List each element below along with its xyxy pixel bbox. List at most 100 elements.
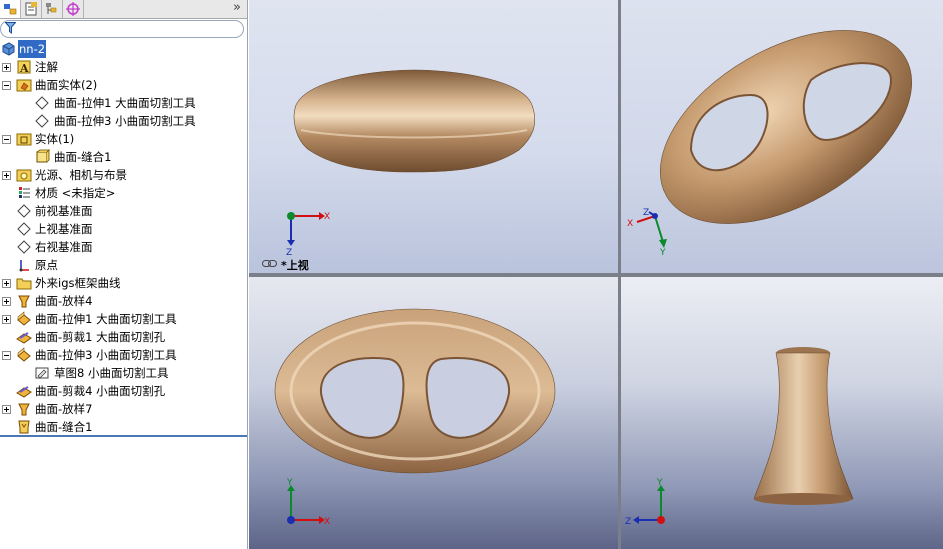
tree-item-label: 曲面实体(2) bbox=[35, 78, 98, 92]
tree-item[interactable]: 材质 <未指定> bbox=[0, 184, 247, 202]
tree-item[interactable]: 曲面-拉伸1 大曲面切割工具 bbox=[0, 310, 247, 328]
viewport-front[interactable]: X Y bbox=[249, 277, 618, 549]
tree-item-label: 曲面-拉伸1 大曲面切割工具 bbox=[54, 96, 196, 110]
plane-icon bbox=[17, 204, 31, 218]
solid-body-icon bbox=[36, 149, 50, 163]
display-manager-icon bbox=[66, 2, 80, 16]
expand-icon[interactable] bbox=[2, 63, 11, 72]
viewport-right[interactable]: Z Y bbox=[621, 277, 943, 549]
surface-trim-icon bbox=[16, 332, 32, 344]
collapse-icon[interactable] bbox=[2, 135, 11, 144]
axis-x-label: X bbox=[324, 212, 330, 222]
collapse-icon[interactable] bbox=[2, 351, 11, 360]
material-icon bbox=[19, 187, 30, 198]
surface-knit-icon bbox=[18, 420, 30, 434]
more-tabs-button[interactable]: » bbox=[233, 0, 241, 16]
surface-loft-icon bbox=[18, 403, 30, 416]
tree-item[interactable]: 草图8 小曲面切割工具 bbox=[0, 364, 247, 382]
expand-icon[interactable] bbox=[2, 297, 11, 306]
tree-item[interactable]: 曲面-拉伸3 小曲面切割工具 bbox=[0, 346, 247, 364]
tree-item-label: 曲面-拉伸1 大曲面切割工具 bbox=[35, 312, 177, 326]
axis-y-label: Y bbox=[286, 478, 293, 488]
tree-item[interactable]: 光源、相机与布景 bbox=[0, 166, 247, 184]
plane-icon bbox=[17, 240, 31, 254]
tree-item[interactable]: 曲面实体(2) bbox=[0, 76, 247, 94]
tree-item-label: 曲面-放样4 bbox=[35, 294, 93, 308]
filter-bar bbox=[0, 19, 247, 39]
configuration-manager-icon bbox=[46, 3, 57, 14]
tree-root[interactable]: nn-2 bbox=[0, 40, 247, 58]
axis-z-label: Z bbox=[286, 248, 292, 256]
tree-item-label: 外来igs框架曲线 bbox=[35, 276, 121, 290]
tree-root-label: nn-2 bbox=[18, 40, 47, 58]
plane-icon bbox=[17, 222, 31, 236]
annotation-icon: A bbox=[17, 60, 31, 75]
viewport-top[interactable]: X Z *上视 bbox=[249, 0, 618, 273]
tree-item-label: 注解 bbox=[35, 60, 58, 74]
surface-body-icon bbox=[35, 96, 49, 110]
tree-item-label: 上视基准面 bbox=[35, 222, 93, 236]
tree-item-label: 曲面-剪裁1 大曲面切割孔 bbox=[35, 330, 166, 344]
tree-item[interactable]: 原点 bbox=[0, 256, 247, 274]
expand-icon[interactable] bbox=[2, 171, 11, 180]
tree-item[interactable]: 曲面-放样7 bbox=[0, 400, 247, 418]
tree-item[interactable]: 外来igs框架曲线 bbox=[0, 274, 247, 292]
axis-z-label: Z bbox=[625, 517, 631, 527]
expand-icon[interactable] bbox=[2, 279, 11, 288]
tree-item[interactable]: 曲面-缝合1 bbox=[0, 148, 247, 166]
svg-text:A: A bbox=[19, 62, 29, 75]
property-manager-tab[interactable] bbox=[21, 0, 42, 18]
display-manager-tab[interactable] bbox=[63, 0, 84, 18]
tree-item[interactable]: 曲面-剪裁1 大曲面切割孔 bbox=[0, 328, 247, 346]
tree-item[interactable]: 曲面-放样4 bbox=[0, 292, 247, 310]
link-views-icon[interactable] bbox=[262, 259, 278, 269]
rollback-bar[interactable] bbox=[0, 435, 247, 437]
lights-folder-icon bbox=[16, 169, 32, 182]
tree-item-label: 原点 bbox=[35, 258, 58, 272]
sketch-icon bbox=[35, 367, 49, 379]
axis-z-label: Z bbox=[643, 208, 649, 218]
tree-item-label: 光源、相机与布景 bbox=[35, 168, 127, 182]
tree-item-label: 材质 <未指定> bbox=[35, 186, 116, 200]
tree-item-label: 右视基准面 bbox=[35, 240, 93, 254]
tree-item[interactable]: 曲面-缝合1 bbox=[0, 418, 247, 436]
tree-item-label: 曲面-放样7 bbox=[35, 402, 93, 416]
origin-icon bbox=[19, 260, 29, 272]
axis-x-label: X bbox=[627, 219, 633, 229]
tree-item[interactable]: 实体(1) bbox=[0, 130, 247, 148]
property-manager-icon bbox=[25, 2, 37, 16]
tree-item-label: 草图8 小曲面切割工具 bbox=[54, 366, 169, 380]
feature-tree-icon bbox=[4, 4, 17, 15]
surface-bodies-folder-icon bbox=[16, 79, 32, 92]
axis-x-label: X bbox=[324, 517, 330, 527]
tree-item-label: 曲面-拉伸3 小曲面切割工具 bbox=[54, 114, 196, 128]
view-orientation-label: *上视 bbox=[281, 259, 309, 272]
tree-item[interactable]: 上视基准面 bbox=[0, 220, 247, 238]
surface-body-icon bbox=[35, 114, 49, 128]
viewport-divider-horizontal[interactable] bbox=[249, 273, 943, 277]
surface-extrude-icon bbox=[17, 311, 31, 326]
axis-y-label: Y bbox=[659, 248, 666, 256]
axis-y-label: Y bbox=[656, 478, 663, 488]
tree-item[interactable]: 曲面-拉伸3 小曲面切割工具 bbox=[0, 112, 247, 130]
filter-input[interactable] bbox=[0, 20, 244, 38]
viewport-isometric[interactable]: X Z Y bbox=[621, 0, 943, 273]
tree-item[interactable]: 右视基准面 bbox=[0, 238, 247, 256]
expand-icon[interactable] bbox=[2, 405, 11, 414]
surface-loft-icon bbox=[18, 295, 30, 308]
tree-item[interactable]: A 注解 bbox=[0, 58, 247, 76]
feature-manager-tab[interactable] bbox=[0, 0, 21, 18]
collapse-icon[interactable] bbox=[2, 81, 11, 90]
filter-icon[interactable] bbox=[5, 22, 16, 34]
configuration-manager-tab[interactable] bbox=[42, 0, 63, 18]
tree-item[interactable]: 曲面-拉伸1 大曲面切割工具 bbox=[0, 94, 247, 112]
surface-extrude-icon bbox=[17, 347, 31, 362]
tree-item[interactable]: 曲面-剪裁4 小曲面切割孔 bbox=[0, 382, 247, 400]
tree-item-label: 前视基准面 bbox=[35, 204, 93, 218]
expand-icon[interactable] bbox=[2, 315, 11, 324]
triad-isometric: X Z Y bbox=[627, 208, 667, 256]
tree-item[interactable]: 前视基准面 bbox=[0, 202, 247, 220]
tree-item-label: 曲面-拉伸3 小曲面切割工具 bbox=[35, 348, 177, 362]
feature-manager-panel: » nn-2 A 注解 曲面实体(2) 曲面-拉伸1 大曲面切割工具 曲面-拉伸3 小曲… bbox=[0, 0, 248, 549]
triad-front: X Y bbox=[286, 478, 330, 527]
